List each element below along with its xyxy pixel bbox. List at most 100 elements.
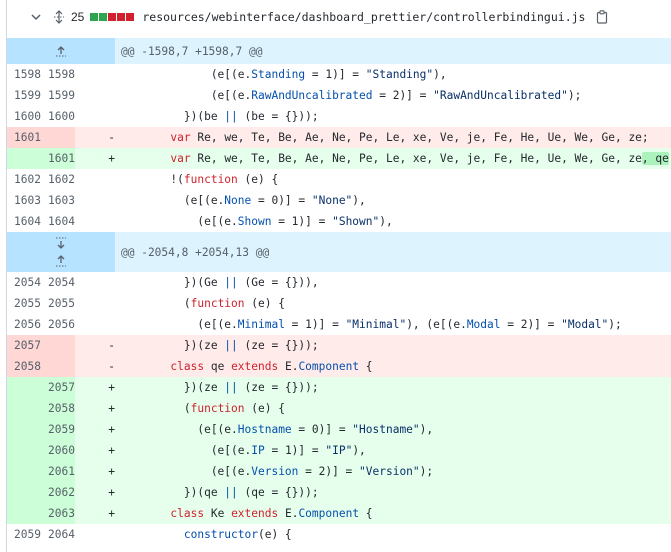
new-line-number[interactable]: 1601 bbox=[41, 148, 75, 169]
diffstat-block bbox=[99, 13, 108, 21]
copy-icon[interactable] bbox=[596, 10, 608, 24]
diffstat-block bbox=[108, 13, 117, 21]
old-line-number[interactable]: 2057 bbox=[7, 335, 41, 356]
diff-sign: + bbox=[75, 461, 115, 482]
diffstat-block bbox=[126, 13, 135, 21]
old-line-number[interactable]: 1601 bbox=[7, 127, 41, 148]
file-path-link[interactable]: resources/webinterface/dashboard_prettie… bbox=[142, 10, 585, 24]
diff-line-added: 2057 + })(ze || (ze = {})); bbox=[7, 377, 671, 398]
expand-up-button[interactable] bbox=[7, 38, 115, 64]
old-line-number bbox=[7, 419, 41, 440]
old-line-number[interactable]: 1604 bbox=[7, 211, 41, 232]
code-line: (e[(e.IP = 1)] = "IP"), bbox=[115, 440, 671, 461]
diff-line: 1598 1598 (e[(e.Standing = 1)] = "Standi… bbox=[7, 64, 671, 85]
new-line-number bbox=[41, 356, 75, 377]
old-line-number bbox=[7, 377, 41, 398]
new-line-number[interactable]: 1602 bbox=[41, 169, 75, 190]
diff-line: 2059 2064 constructor(e) { bbox=[7, 524, 671, 545]
code-line: (function (e) { bbox=[115, 398, 671, 419]
new-line-number[interactable]: 1603 bbox=[41, 190, 75, 211]
new-line-number[interactable]: 1604 bbox=[41, 211, 75, 232]
diff-sign: + bbox=[75, 503, 115, 524]
diff-line: 1600 1600 })(be || (be = {})); bbox=[7, 106, 671, 127]
old-line-number[interactable]: 1600 bbox=[7, 106, 41, 127]
diff-line-added: 2059 + (e[(e.Hostname = 0)] = "Hostname"… bbox=[7, 419, 671, 440]
diff-line-added: 2058 + (function (e) { bbox=[7, 398, 671, 419]
diff-line: 2056 2056 (e[(e.Minimal = 1)] = "Minimal… bbox=[7, 314, 671, 335]
code-line: constructor(e) { bbox=[183, 528, 292, 541]
diff-table: @@ -1598,7 +1598,7 @@ 1598 1598 (e[(e.St… bbox=[7, 38, 671, 545]
diff-line: 1604 1604 (e[(e.Shown = 1)] = "Shown"), bbox=[7, 211, 671, 232]
hunk-header-text: @@ -1598,7 +1598,7 @@ bbox=[121, 44, 263, 58]
diff-sign bbox=[75, 314, 115, 335]
new-line-number[interactable]: 2058 bbox=[41, 398, 75, 419]
chevron-down-icon[interactable] bbox=[31, 12, 41, 22]
old-line-number[interactable]: 1598 bbox=[7, 64, 41, 85]
expand-both-button[interactable] bbox=[7, 232, 115, 272]
new-line-number[interactable]: 1599 bbox=[41, 85, 75, 106]
diff-line-added: 1601 + var Re, we, Te, Be, Ae, Ne, Pe, L… bbox=[7, 148, 671, 169]
diff-line-removed: 2057 - })(ze || (ze = {})); bbox=[7, 335, 671, 356]
new-line-number[interactable]: 2064 bbox=[41, 524, 75, 545]
diff-sign: - bbox=[75, 127, 115, 148]
diff-sign bbox=[75, 64, 115, 85]
diffstat-bar bbox=[90, 13, 135, 21]
new-line-number[interactable]: 1600 bbox=[41, 106, 75, 127]
code-line: })(ze || (ze = {})); bbox=[115, 377, 671, 398]
code-line: })(be || (be = {})); bbox=[130, 110, 319, 123]
code-line: class qe extends E.Component { bbox=[115, 356, 671, 377]
expand-both-icon bbox=[56, 237, 66, 267]
diff-sign: + bbox=[75, 148, 115, 169]
new-line-number[interactable]: 1598 bbox=[41, 64, 75, 85]
new-line-number[interactable]: 2062 bbox=[41, 482, 75, 503]
new-line-number[interactable]: 2063 bbox=[41, 503, 75, 524]
diff-line: 1603 1603 (e[(e.None = 0)] = "None"), bbox=[7, 190, 671, 211]
changes-count: 25 bbox=[71, 10, 85, 24]
new-line-number[interactable]: 2060 bbox=[41, 440, 75, 461]
diff-sign bbox=[75, 293, 115, 314]
diff-line: 2055 2055 (function (e) { bbox=[7, 293, 671, 314]
diff-line: 1599 1599 (e[(e.RawAndUncalibrated = 2)]… bbox=[7, 85, 671, 106]
diff-line-removed: 1601 - var Re, we, Te, Be, Ae, Ne, Pe, L… bbox=[7, 127, 671, 148]
new-line-number[interactable]: 2057 bbox=[41, 377, 75, 398]
expand-up-icon bbox=[56, 46, 66, 57]
code-line: var Re, we, Te, Be, Ae, Ne, Pe, Le, xe, … bbox=[115, 148, 671, 169]
old-line-number bbox=[7, 503, 41, 524]
new-line-number bbox=[41, 335, 75, 356]
old-line-number[interactable]: 1603 bbox=[7, 190, 41, 211]
old-line-number[interactable]: 2058 bbox=[7, 356, 41, 377]
diff-line-added: 2060 + (e[(e.IP = 1)] = "IP"), bbox=[7, 440, 671, 461]
hunk-header-text: @@ -2054,8 +2054,13 @@ bbox=[121, 245, 270, 259]
diff-file-panel: 25 resources/webinterface/dashboard_pret… bbox=[6, 0, 671, 552]
old-line-number bbox=[7, 440, 41, 461]
new-line-number[interactable]: 2061 bbox=[41, 461, 75, 482]
old-line-number[interactable]: 2059 bbox=[7, 524, 41, 545]
file-header: 25 resources/webinterface/dashboard_pret… bbox=[7, 0, 671, 34]
code-line: class Ke extends E.Component { bbox=[115, 503, 671, 524]
code-line: })(Ge || (Ge = {})), bbox=[130, 276, 319, 289]
new-line-number[interactable]: 2059 bbox=[41, 419, 75, 440]
old-line-number bbox=[7, 398, 41, 419]
old-line-number bbox=[7, 461, 41, 482]
old-line-number[interactable]: 2055 bbox=[7, 293, 41, 314]
new-line-number bbox=[41, 127, 75, 148]
old-line-number[interactable]: 1602 bbox=[7, 169, 41, 190]
old-line-number[interactable]: 1599 bbox=[7, 85, 41, 106]
old-line-number bbox=[7, 482, 41, 503]
diffstat-block bbox=[90, 13, 99, 21]
diff-line-removed: 2058 - class qe extends E.Component { bbox=[7, 356, 671, 377]
diff-sign bbox=[75, 190, 115, 211]
diff-sign: + bbox=[75, 440, 115, 461]
new-line-number[interactable]: 2054 bbox=[41, 272, 75, 293]
diff-sign bbox=[75, 85, 115, 106]
new-line-number[interactable]: 2056 bbox=[41, 314, 75, 335]
diff-line-added: 2062 + })(qe || (qe = {})); bbox=[7, 482, 671, 503]
diff-sign bbox=[75, 524, 115, 545]
code-line: (e[(e.Version = 2)] = "Version"); bbox=[115, 461, 671, 482]
old-line-number[interactable]: 2056 bbox=[7, 314, 41, 335]
diff-line-added: 2063 + class Ke extends E.Component { bbox=[7, 503, 671, 524]
old-line-number[interactable]: 2054 bbox=[7, 272, 41, 293]
new-line-number[interactable]: 2055 bbox=[41, 293, 75, 314]
code-line: var Re, we, Te, Be, Ae, Ne, Pe, Le, xe, … bbox=[115, 127, 671, 148]
expand-all-icon[interactable] bbox=[53, 10, 65, 24]
